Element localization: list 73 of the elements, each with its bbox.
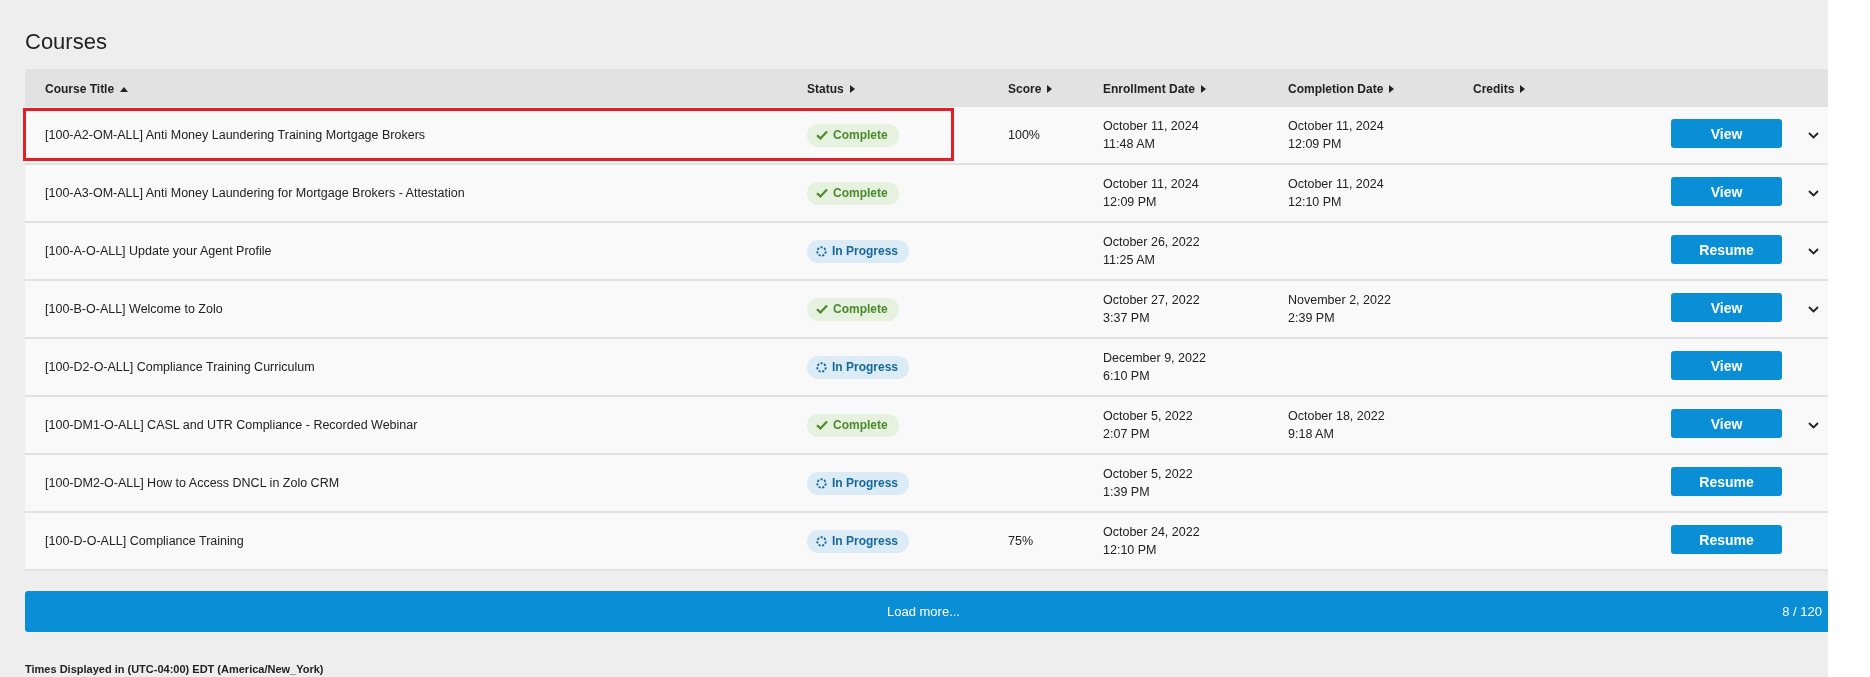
enrollment-date: October 26, 2022 bbox=[1103, 234, 1200, 251]
completion-date: October 18, 2022 bbox=[1288, 408, 1385, 425]
action-button[interactable]: View bbox=[1671, 293, 1782, 322]
status-label: Complete bbox=[833, 186, 888, 200]
action-button[interactable]: View bbox=[1671, 177, 1782, 206]
status-label: Complete bbox=[833, 302, 888, 316]
column-header[interactable]: Enrollment Date bbox=[1103, 82, 1206, 96]
spinner-icon bbox=[816, 245, 827, 257]
course-title: [100-B-O-ALL] Welcome to Zolo bbox=[45, 302, 223, 316]
enrollment-time: 12:10 PM bbox=[1103, 542, 1157, 559]
timezone-note: Times Displayed in (UTC-04:00) EDT (America/New_York) bbox=[25, 663, 325, 676]
status-label: In Progress bbox=[832, 244, 899, 258]
enrollment-time: 12:09 PM bbox=[1103, 194, 1157, 211]
spinner-icon bbox=[816, 535, 827, 547]
enrollment-date: October 5, 2022 bbox=[1103, 466, 1193, 483]
enrollment-date: October 11, 2024 bbox=[1103, 118, 1199, 135]
status-label: In Progress bbox=[832, 476, 899, 490]
page-title: Courses bbox=[25, 28, 108, 56]
course-title: [100-A-O-ALL] Update your Agent Profile bbox=[45, 244, 272, 258]
completion-time: 9:18 AM bbox=[1288, 426, 1334, 443]
course-title: [100-D-O-ALL] Compliance Training bbox=[45, 534, 244, 548]
action-button[interactable]: Resume bbox=[1671, 525, 1782, 554]
course-title: [100-A3-OM-ALL] Anti Money Laundering for Mortgage Brokers - Attestation bbox=[45, 186, 465, 200]
enrollment-time: 3:37 PM bbox=[1103, 310, 1150, 327]
chevron-down-icon[interactable] bbox=[1807, 131, 1819, 139]
check-icon bbox=[816, 420, 828, 430]
course-title: [100-DM1-O-ALL] CASL and UTR Compliance - Recorded Webinar bbox=[45, 418, 418, 432]
completion-time: 12:10 PM bbox=[1288, 194, 1342, 211]
chevron-down-icon[interactable] bbox=[1807, 247, 1819, 255]
check-icon bbox=[816, 188, 828, 198]
column-header[interactable]: Course Title bbox=[45, 82, 129, 96]
status-label: In Progress bbox=[832, 534, 899, 548]
chevron-down-icon[interactable] bbox=[1807, 189, 1819, 197]
action-button[interactable]: View bbox=[1671, 409, 1782, 438]
spinner-icon bbox=[816, 361, 827, 373]
completion-time: 12:09 PM bbox=[1288, 136, 1342, 153]
column-header[interactable]: Status bbox=[807, 82, 855, 96]
status-label: Complete bbox=[833, 128, 888, 142]
score-text: 100% bbox=[1008, 128, 1040, 142]
item-count: 8 / 120 bbox=[1782, 604, 1822, 619]
action-button[interactable]: View bbox=[1671, 119, 1782, 148]
enrollment-date: October 5, 2022 bbox=[1103, 408, 1193, 425]
completion-date: November 2, 2022 bbox=[1288, 292, 1391, 309]
check-icon bbox=[816, 130, 828, 140]
action-button[interactable]: View bbox=[1671, 351, 1782, 380]
column-header[interactable]: Credits bbox=[1473, 82, 1526, 96]
enrollment-date: October 24, 2022 bbox=[1103, 524, 1200, 541]
check-icon bbox=[816, 304, 828, 314]
enrollment-time: 11:48 AM bbox=[1103, 136, 1155, 153]
enrollment-date: October 27, 2022 bbox=[1103, 292, 1200, 309]
enrollment-time: 2:07 PM bbox=[1103, 426, 1150, 443]
course-title: [100-D2-O-ALL] Compliance Training Curriculum bbox=[45, 360, 315, 374]
enrollment-date: December 9, 2022 bbox=[1103, 350, 1206, 367]
chevron-down-icon[interactable] bbox=[1807, 421, 1819, 429]
enrollment-time: 11:25 AM bbox=[1103, 252, 1155, 269]
enrollment-date: October 11, 2024 bbox=[1103, 176, 1199, 193]
enrollment-time: 6:10 PM bbox=[1103, 368, 1150, 385]
column-header[interactable]: Score bbox=[1008, 82, 1053, 96]
chevron-down-icon[interactable] bbox=[1807, 305, 1819, 313]
score-text: 75% bbox=[1008, 534, 1034, 548]
spinner-icon bbox=[816, 477, 827, 489]
status-label: In Progress bbox=[832, 360, 899, 374]
load-more-button[interactable]: Load more... 8 / 120 bbox=[25, 591, 1828, 632]
action-button[interactable]: Resume bbox=[1671, 235, 1782, 264]
completion-date: October 11, 2024 bbox=[1288, 176, 1384, 193]
enrollment-time: 1:39 PM bbox=[1103, 484, 1150, 501]
status-label: Complete bbox=[833, 418, 888, 432]
action-button[interactable]: Resume bbox=[1671, 467, 1782, 496]
completion-date: October 11, 2024 bbox=[1288, 118, 1384, 135]
course-title: [100-DM2-O-ALL] How to Access DNCL in Zolo CRM bbox=[45, 476, 340, 490]
course-title: [100-A2-OM-ALL] Anti Money Laundering Training Mortgage Brokers bbox=[45, 128, 426, 142]
completion-time: 2:39 PM bbox=[1288, 310, 1335, 327]
column-header[interactable]: Completion Date bbox=[1288, 82, 1395, 96]
